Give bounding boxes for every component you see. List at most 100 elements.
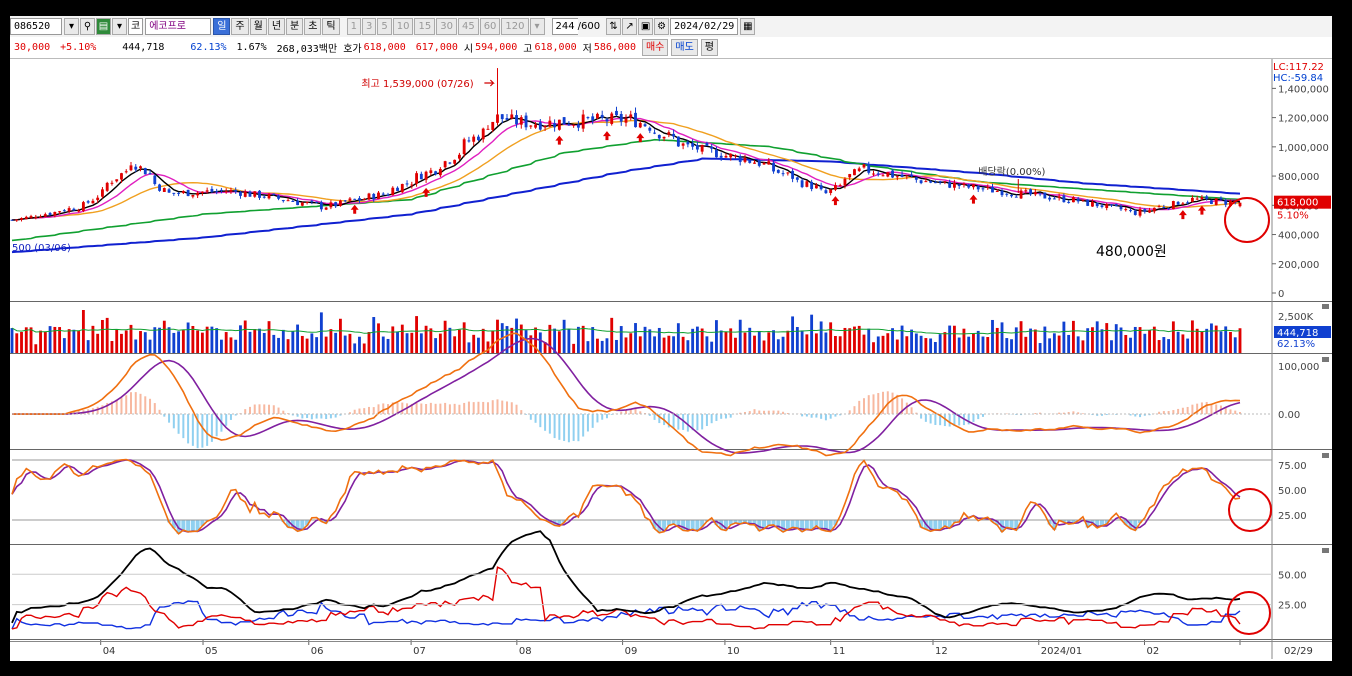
candle-body bbox=[1171, 201, 1175, 210]
trend-icon[interactable]: ↗ bbox=[622, 18, 638, 35]
interval-60[interactable]: 60 bbox=[479, 18, 501, 35]
candle-body bbox=[267, 193, 271, 199]
candle-body bbox=[505, 118, 509, 120]
volume-bar bbox=[1081, 340, 1085, 353]
interval-45[interactable]: 45 bbox=[457, 18, 479, 35]
macd-osc-bar bbox=[158, 409, 161, 415]
dropdown-arrow-icon[interactable]: ▾ bbox=[112, 18, 127, 35]
macd-osc-bar bbox=[586, 414, 589, 432]
volume-bar bbox=[776, 339, 780, 353]
interval-15[interactable]: 15 bbox=[414, 18, 436, 35]
search-icon[interactable]: ⚲ bbox=[80, 18, 95, 35]
volume-bar bbox=[319, 312, 323, 353]
volume-bar bbox=[900, 325, 904, 353]
tab-month[interactable]: 월 bbox=[249, 18, 267, 35]
macd-osc-bar bbox=[872, 394, 875, 415]
stoch-oversold-fill bbox=[690, 520, 695, 530]
volume-bar bbox=[48, 326, 52, 353]
y-tick-label: 200,000 bbox=[1278, 260, 1319, 271]
volume-bar bbox=[1124, 334, 1128, 353]
macd-osc-bar bbox=[382, 403, 385, 415]
tab-year[interactable]: 년 bbox=[267, 18, 286, 35]
volume-bar bbox=[305, 338, 309, 353]
candle-body bbox=[695, 145, 699, 150]
low-price: 586,000 bbox=[593, 42, 636, 53]
macd-osc-bar bbox=[710, 414, 713, 424]
macd-osc-bar bbox=[248, 406, 251, 415]
interval-10[interactable]: 10 bbox=[392, 18, 414, 35]
eval-button[interactable]: 평 bbox=[700, 39, 718, 56]
candle-body bbox=[300, 202, 304, 206]
sell-button[interactable]: 매도 bbox=[671, 39, 698, 56]
macd-osc-bar bbox=[705, 414, 708, 427]
signal-arrow-icon bbox=[969, 194, 978, 204]
volume-bar bbox=[1214, 325, 1218, 353]
candle-body bbox=[410, 184, 414, 186]
candle-body bbox=[457, 154, 461, 159]
tab-day[interactable]: 일 bbox=[213, 18, 231, 35]
chart-area[interactable]: 0200,000400,000600,000800,0001,000,0001,… bbox=[10, 59, 1332, 661]
macd-osc-bar bbox=[867, 395, 870, 415]
candle-body bbox=[995, 191, 999, 193]
interval-1[interactable]: 1 bbox=[346, 18, 361, 35]
macd-osc-bar bbox=[824, 414, 827, 421]
volume-bar bbox=[762, 340, 766, 353]
candle-body bbox=[419, 173, 423, 180]
macd-osc-bar bbox=[1172, 410, 1175, 415]
compare-icon[interactable]: ⇅ bbox=[606, 18, 622, 35]
stock-list-icon[interactable]: ▤ bbox=[96, 18, 111, 35]
macd-osc-bar bbox=[125, 395, 128, 415]
volume-bar bbox=[1029, 328, 1032, 353]
volume-bar bbox=[591, 327, 595, 353]
volume-bar bbox=[629, 333, 633, 353]
macd-osc-bar bbox=[810, 414, 813, 418]
candle-body bbox=[634, 112, 637, 128]
candle-body bbox=[891, 170, 894, 178]
x-tick-label: 11 bbox=[833, 646, 846, 657]
candle-body bbox=[467, 140, 471, 142]
candle-body bbox=[867, 163, 871, 173]
candle-body bbox=[1086, 199, 1090, 206]
tab-week[interactable]: 주 bbox=[231, 18, 249, 35]
interval-30[interactable]: 30 bbox=[436, 18, 457, 35]
interval-120[interactable]: 120 bbox=[501, 18, 529, 35]
volume-bar bbox=[734, 337, 737, 353]
candle-body bbox=[1138, 209, 1142, 216]
interval-3[interactable]: 3 bbox=[362, 18, 377, 35]
dropdown-arrow-icon[interactable]: ▾ bbox=[64, 18, 79, 35]
dropdown-arrow-icon[interactable]: ▾ bbox=[529, 18, 545, 35]
candle-body bbox=[976, 185, 980, 190]
candle-body bbox=[1124, 209, 1128, 211]
dmi-tick-label: 50.00 bbox=[1278, 570, 1307, 581]
tab-minute[interactable]: 분 bbox=[286, 18, 304, 35]
candle-body bbox=[1238, 202, 1242, 207]
gear-icon[interactable]: ⚙ bbox=[654, 18, 670, 35]
volume-bar bbox=[667, 335, 671, 353]
volume-bar bbox=[153, 327, 157, 353]
macd-osc-bar bbox=[567, 414, 570, 443]
volume-bar bbox=[1162, 337, 1166, 353]
candle-body bbox=[872, 173, 875, 175]
volume-bar bbox=[438, 333, 442, 353]
current-price-label: 618,000 bbox=[1277, 198, 1318, 209]
x-tick-label: 05 bbox=[205, 646, 218, 657]
buy-button[interactable]: 매수 bbox=[641, 39, 669, 56]
date-input[interactable]: 2024/02/29 bbox=[670, 18, 739, 35]
macd-osc-bar bbox=[139, 393, 142, 415]
calendar-icon[interactable]: ▦ bbox=[740, 18, 756, 35]
interval-5[interactable]: 5 bbox=[377, 18, 392, 35]
volume-bar bbox=[972, 333, 975, 353]
volume-bar bbox=[400, 324, 404, 353]
volume-bar bbox=[177, 331, 181, 353]
tab-tick[interactable]: 틱 bbox=[322, 18, 340, 35]
candle-body bbox=[129, 165, 133, 171]
stock-code-input[interactable]: 086520 bbox=[10, 18, 62, 35]
save-icon[interactable]: ▣ bbox=[638, 18, 654, 35]
volume-bar bbox=[215, 328, 219, 353]
count-input[interactable]: 244 bbox=[551, 18, 578, 35]
volume-bar bbox=[814, 333, 818, 353]
candle-body bbox=[1143, 209, 1147, 212]
tab-second[interactable]: 초 bbox=[304, 18, 322, 35]
volume-bar bbox=[872, 342, 875, 353]
candle-body bbox=[453, 159, 457, 164]
